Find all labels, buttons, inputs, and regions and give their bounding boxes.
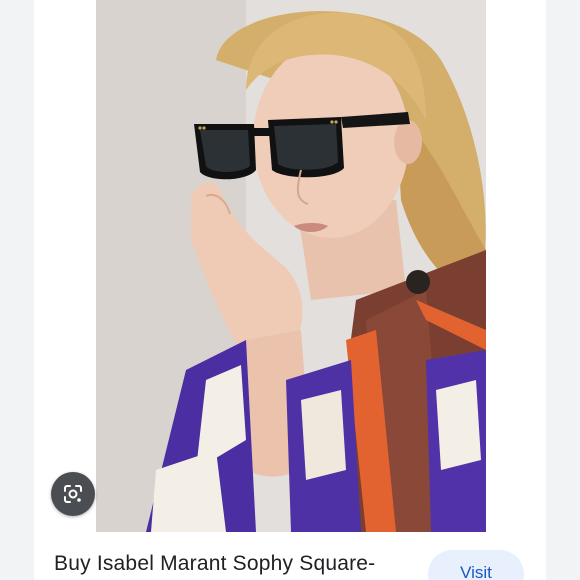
image-result-card[interactable]: Buy Isabel Marant Sophy Square- Visit [34, 0, 546, 580]
result-title[interactable]: Buy Isabel Marant Sophy Square- [54, 552, 375, 576]
google-lens-button[interactable] [51, 472, 95, 516]
product-photo-illustration [96, 0, 486, 532]
google-lens-icon [64, 485, 82, 503]
product-photo[interactable] [96, 0, 486, 532]
visit-button[interactable]: Visit [428, 550, 524, 580]
